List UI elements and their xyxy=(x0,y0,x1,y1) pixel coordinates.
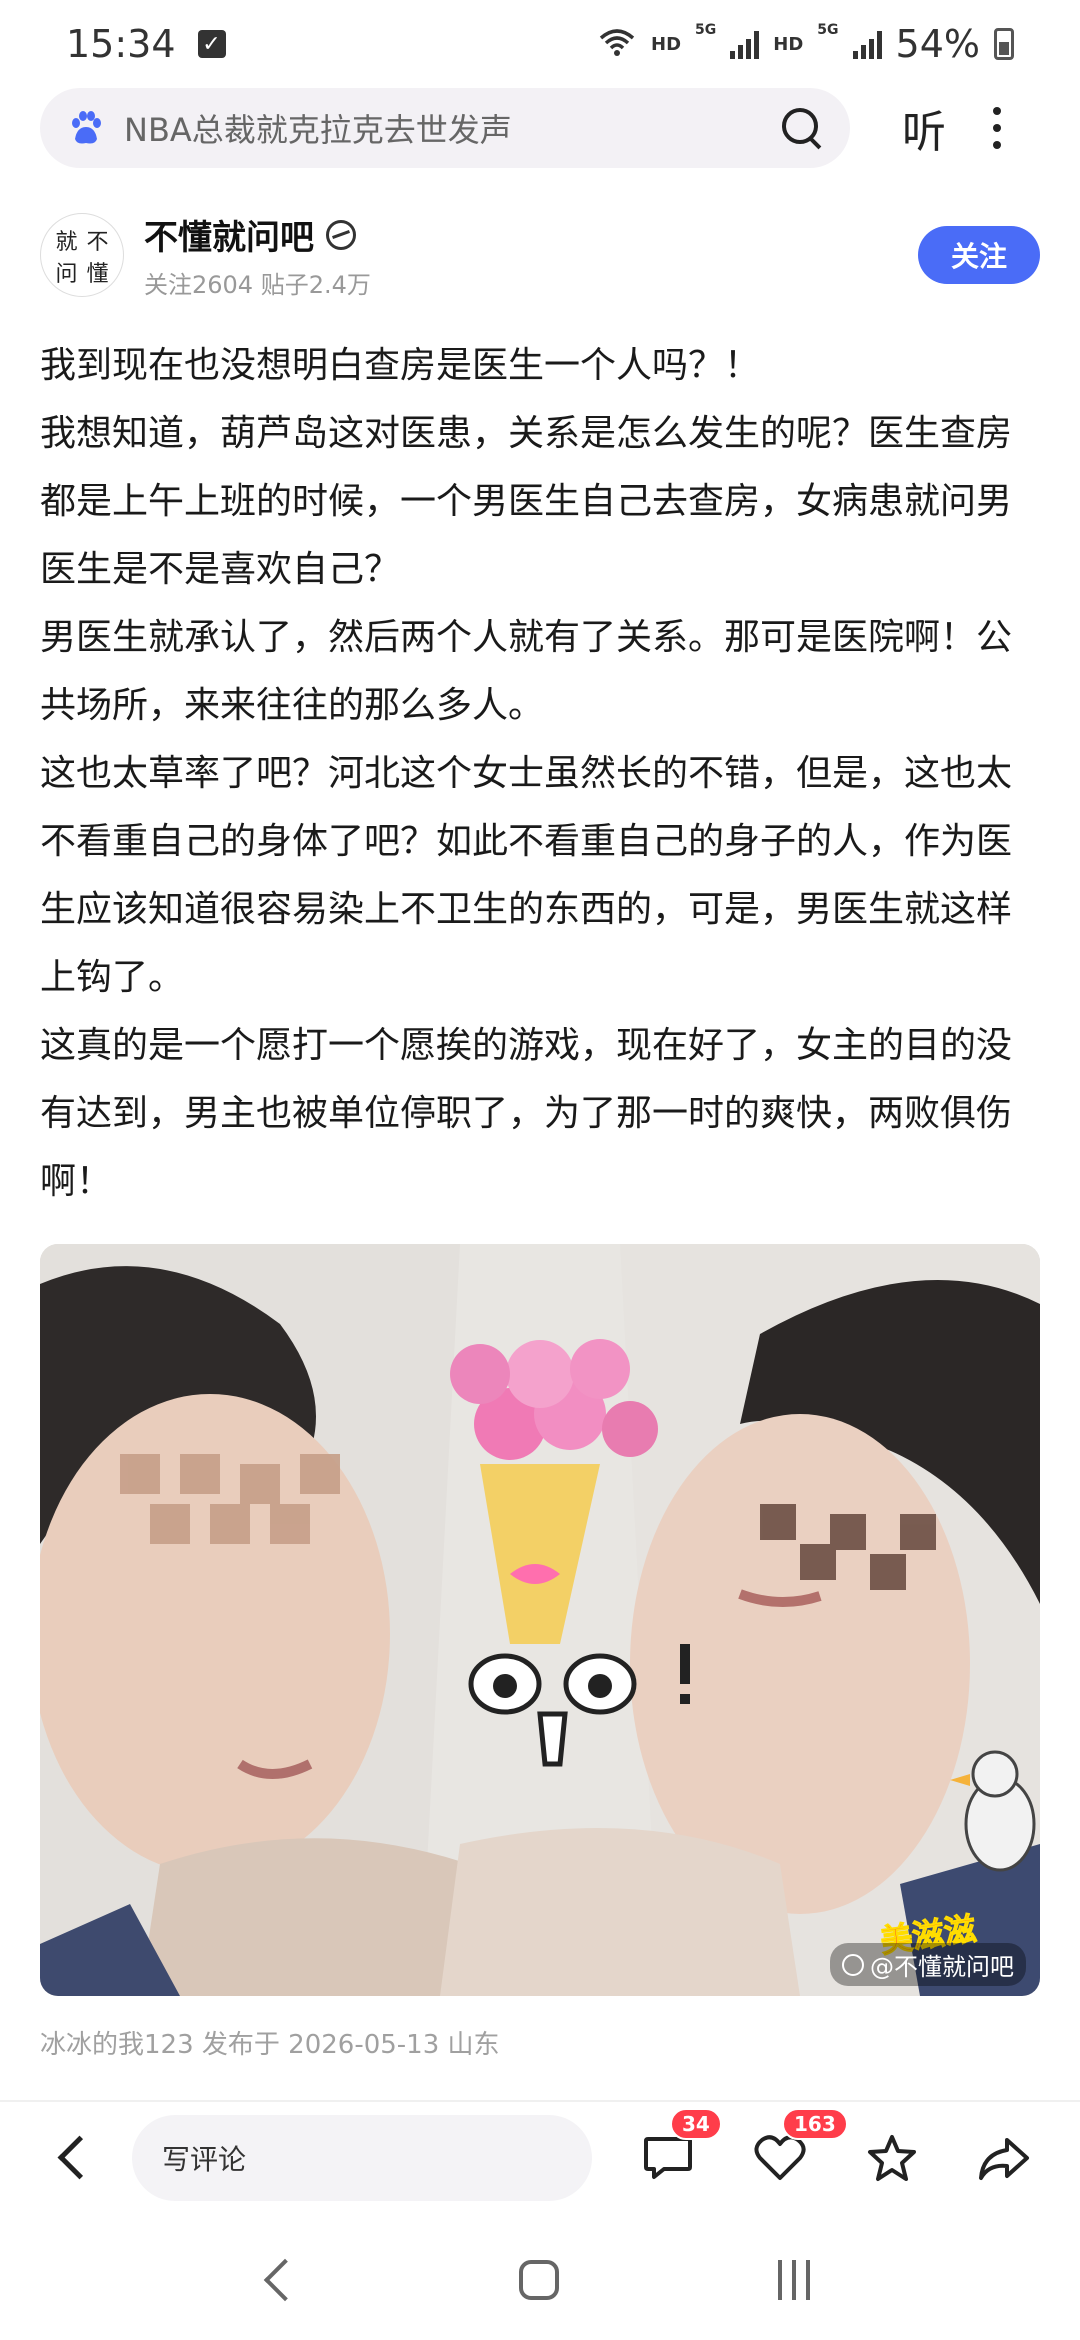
post-paragraph: 男医生就承认了，然后两个人就有了关系。那可是医院啊！公共场所，来来往往的那么多人… xyxy=(40,617,1013,726)
forum-header: 就 不 问 懂 不懂就问吧 关注2604 贴子2.4万 关注 xyxy=(40,210,1040,300)
network-label-2: 5G xyxy=(817,22,839,38)
post-paragraph: 我到现在也没想明白查房是医生一个人吗？！ xyxy=(40,345,761,386)
nav-back-icon[interactable] xyxy=(263,2258,306,2302)
avatar-char: 问 xyxy=(55,262,78,287)
follow-button[interactable]: 关注 xyxy=(918,226,1040,284)
signal-icon xyxy=(730,29,760,59)
forum-info: 不懂就问吧 关注2604 贴子2.4万 xyxy=(144,210,918,300)
forum-name-row: 不懂就问吧 xyxy=(144,210,918,259)
like-button[interactable]: 163 xyxy=(752,2108,848,2186)
forum-stats: 关注2604 贴子2.4万 xyxy=(144,271,371,299)
status-bar: 15:34 ✓ HD 5G HD 5G 54% xyxy=(0,0,1080,88)
baidu-paw-icon xyxy=(66,108,106,148)
star-icon xyxy=(868,2135,916,2181)
system-nav-bar xyxy=(0,2230,1080,2330)
watermark-logo-icon xyxy=(842,1953,864,1976)
notification-check-icon: ✓ xyxy=(197,30,226,58)
nav-recents-icon[interactable] xyxy=(778,2260,811,2300)
avatar-char: 不 xyxy=(86,230,109,255)
signal-icon-2 xyxy=(852,29,882,59)
share-button[interactable] xyxy=(976,2130,1032,2186)
post-paragraph: 我想知道，葫芦岛这对医患，关系是怎么发生的呢？医生查房都是上午上班的时候，一个男… xyxy=(40,413,1013,590)
avatar-char: 就 xyxy=(55,230,78,255)
comment-input[interactable]: 写评论 xyxy=(132,2115,592,2201)
post-image[interactable]: 美滋滋 @不懂就问吧 xyxy=(40,1244,1040,1996)
listen-button[interactable]: 听 xyxy=(902,96,946,160)
heart-icon xyxy=(754,2135,806,2180)
battery-percent: 54% xyxy=(895,22,980,66)
post-meta: 冰冰的我123 发布于 2026-05-13 山东 xyxy=(40,2030,500,2060)
post-actions: 34 163 xyxy=(640,2108,1032,2186)
image-watermark: @不懂就问吧 xyxy=(830,1943,1026,1986)
watermark-text: @不懂就问吧 xyxy=(870,1953,1014,1981)
forum-avatar[interactable]: 就 不 问 懂 xyxy=(40,213,124,297)
divider xyxy=(0,2100,1080,2102)
search-bar[interactable]: NBA总裁就克拉克去世发声 xyxy=(40,88,850,168)
hd-label: HD xyxy=(651,33,682,55)
hd-label-2: HD xyxy=(773,33,804,55)
comment-icon xyxy=(644,2137,692,2179)
forum-name[interactable]: 不懂就问吧 xyxy=(144,210,314,259)
status-icons: HD 5G HD 5G 54% xyxy=(597,22,1014,66)
comment-button[interactable]: 34 xyxy=(640,2108,722,2186)
post-body: 我到现在也没想明白查房是医生一个人吗？！ 我想知道，葫芦岛这对医患，关系是怎么发… xyxy=(40,332,1044,1216)
battery-icon xyxy=(994,28,1014,60)
status-time: 15:34 xyxy=(66,22,176,66)
avatar-char: 懂 xyxy=(86,262,109,287)
favorite-button[interactable] xyxy=(864,2130,920,2186)
post-paragraph: 这也太草率了吧？河北这个女士虽然长的不错，但是，这也太不看重自己的身体了吧？如此… xyxy=(40,753,1013,998)
nav-home-icon[interactable] xyxy=(518,2260,559,2300)
search-query[interactable]: NBA总裁就克拉克去世发声 xyxy=(124,105,780,151)
post-paragraph: 这真的是一个愿打一个愿挨的游戏，现在好了，女主的目的没有达到，男主也被单位停职了… xyxy=(40,1025,1013,1202)
search-icon[interactable] xyxy=(780,106,824,150)
bottom-action-bar: 写评论 34 163 xyxy=(0,2108,1080,2206)
more-icon[interactable] xyxy=(992,107,1002,149)
comment-count-badge: 34 xyxy=(670,2108,722,2140)
search-row: NBA总裁就克拉克去世发声 听 xyxy=(40,86,1050,170)
like-count-badge: 163 xyxy=(782,2108,848,2140)
wifi-icon xyxy=(597,26,637,62)
network-label: 5G xyxy=(695,22,717,38)
back-icon[interactable] xyxy=(52,2138,92,2178)
share-icon xyxy=(979,2138,1029,2180)
level-icon xyxy=(326,219,356,250)
